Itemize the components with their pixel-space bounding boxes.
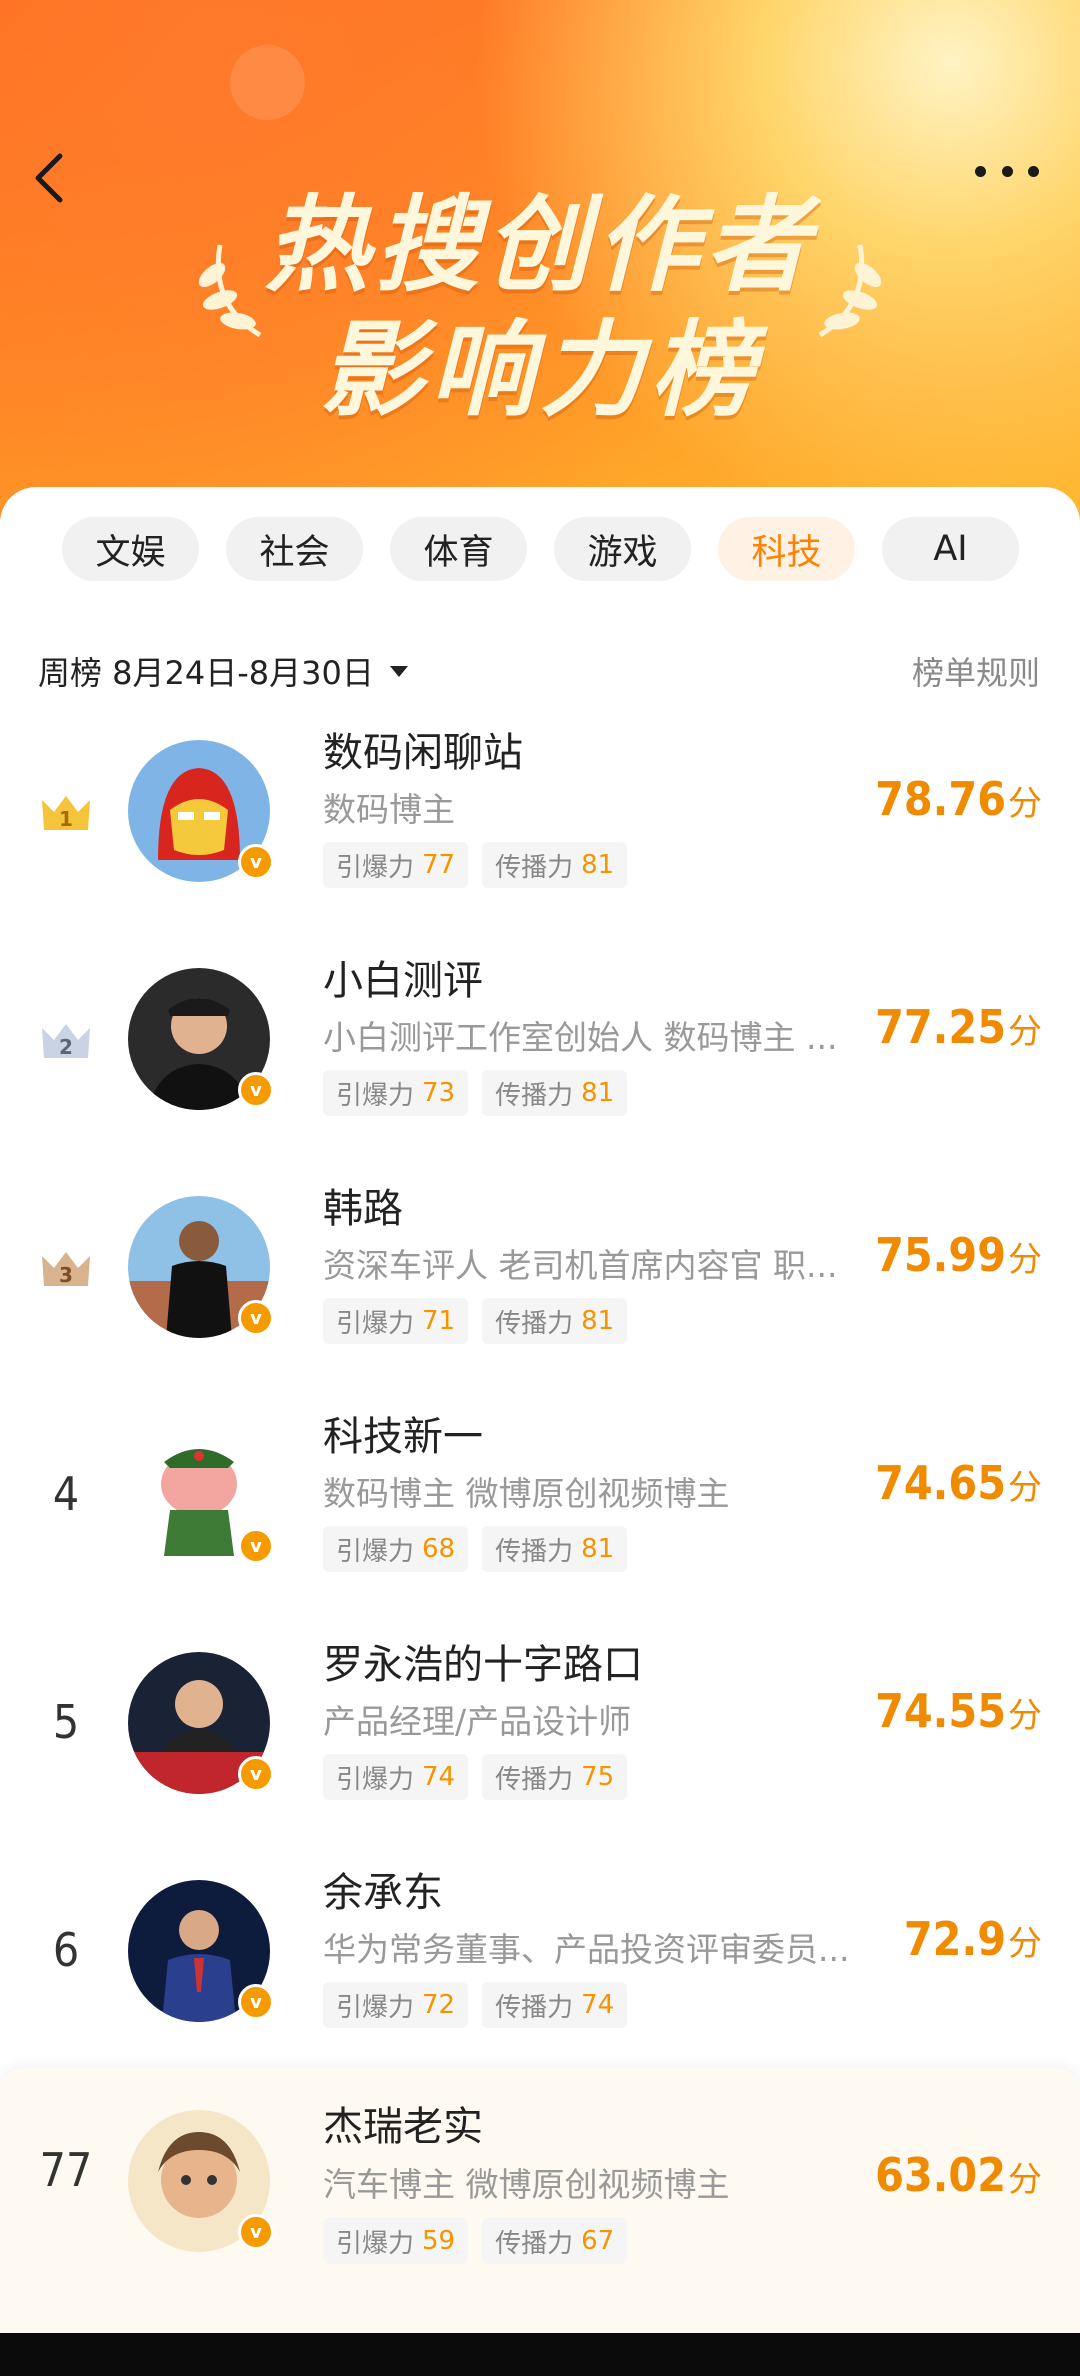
rank-number: 5 xyxy=(52,1695,80,1749)
creator-desc: 产品经理/产品设计师 xyxy=(323,1702,632,1741)
my-rank-row[interactable]: 77 v 杰瑞老实 汽车博主 微博原创视频博主 引爆力 59 传播力 67 63.0… xyxy=(0,2068,1080,2338)
metric-chips: 引爆力 77 传播力 81 xyxy=(323,842,628,888)
rank-number: 4 xyxy=(52,1467,80,1521)
ranking-row[interactable]: 5 v 罗永浩的十字路口 产品经理/产品设计师 引爆力 74 传播力 75 74.5… xyxy=(0,1622,1080,1850)
rank-number: 3 xyxy=(59,1263,73,1287)
metric-chips: 引爆力 72 传播力 74 xyxy=(323,1982,628,2028)
score: 74.65分 xyxy=(875,1456,1042,1510)
verified-badge-icon: v xyxy=(238,1072,274,1108)
score: 75.99分 xyxy=(875,1228,1042,1282)
tab-entertainment[interactable]: 文娱 xyxy=(62,517,199,581)
spread-chip: 传播力 81 xyxy=(482,1526,628,1572)
creator-name: 余承东 xyxy=(323,1870,443,1916)
decorative-bubble xyxy=(230,45,305,120)
spread-chip: 传播力 67 xyxy=(482,2218,628,2264)
period-label: 周榜 8月24日-8月30日 xyxy=(38,654,374,692)
period-selector[interactable]: 周榜 8月24日-8月30日 xyxy=(38,648,408,694)
header-banner: 热搜创作者 影响力榜 xyxy=(0,0,1080,520)
ranking-row[interactable]: 3 v 韩路 资深车评人 老司机首席内容官 职... 引爆力 71 传播力 81 7… xyxy=(0,1166,1080,1394)
creator-name: 杰瑞老实 xyxy=(323,2104,483,2150)
metric-chips: 引爆力 73 传播力 81 xyxy=(323,1070,628,1116)
creator-name: 数码闲聊站 xyxy=(323,730,523,776)
spread-chip: 传播力 74 xyxy=(482,1982,628,2028)
creator-desc: 小白测评工作室创始人 数码博主 ... xyxy=(323,1018,838,1057)
burst-chip: 引爆力 73 xyxy=(323,1070,469,1116)
spread-chip: 传播力 81 xyxy=(482,1070,628,1116)
creator-desc: 数码博主 微博原创视频博主 xyxy=(323,1474,730,1513)
verified-badge-icon: v xyxy=(238,1528,274,1564)
creator-desc: 资深车评人 老司机首席内容官 职... xyxy=(323,1246,838,1285)
creator-desc: 数码博主 xyxy=(323,790,455,829)
crown-silver-icon: 2 xyxy=(42,1024,90,1059)
rank-number: 77 xyxy=(39,2143,93,2197)
score: 74.55分 xyxy=(875,1684,1042,1738)
tab-ai[interactable]: AI xyxy=(882,517,1019,581)
verified-badge-icon: v xyxy=(238,1984,274,2020)
caret-down-icon xyxy=(389,665,408,677)
verified-badge-icon: v xyxy=(238,1300,274,1336)
score: 63.02分 xyxy=(875,2148,1042,2202)
rank-number: 2 xyxy=(59,1035,73,1059)
spread-chip: 传播力 81 xyxy=(482,842,628,888)
spread-chip: 传播力 81 xyxy=(482,1298,628,1344)
ranking-row[interactable]: 1 v 数码闲聊站 数码博主 引爆力 77 传播力 81 78.76分 xyxy=(0,710,1080,938)
creator-name: 罗永浩的十字路口 xyxy=(323,1642,643,1688)
metric-chips: 引爆力 71 传播力 81 xyxy=(323,1298,628,1344)
tab-tech[interactable]: 科技 xyxy=(718,517,855,581)
ranking-row[interactable]: 4 v 科技新一 数码博主 微博原创视频博主 引爆力 68 传播力 81 74.65… xyxy=(0,1394,1080,1622)
rank-number: 1 xyxy=(59,807,73,831)
verified-badge-icon: v xyxy=(238,1756,274,1792)
crown-bronze-icon: 3 xyxy=(42,1252,90,1287)
creator-name: 小白测评 xyxy=(323,958,483,1004)
creator-name: 韩路 xyxy=(323,1186,403,1232)
metric-chips: 引爆力 74 传播力 75 xyxy=(323,1754,628,1800)
burst-chip: 引爆力 74 xyxy=(323,1754,469,1800)
metric-chips: 引爆力 68 传播力 81 xyxy=(323,1526,628,1572)
burst-chip: 引爆力 68 xyxy=(323,1526,469,1572)
burst-chip: 引爆力 72 xyxy=(323,1982,469,2028)
burst-chip: 引爆力 77 xyxy=(323,842,469,888)
tab-games[interactable]: 游戏 xyxy=(554,517,691,581)
ranking-row[interactable]: 6 v 余承东 华为常务董事、产品投资评审委员... 引爆力 72 传播力 74 7… xyxy=(0,1850,1080,2078)
tab-sports[interactable]: 体育 xyxy=(390,517,527,581)
crown-gold-icon: 1 xyxy=(42,796,90,831)
ranking-row[interactable]: 2 v 小白测评 小白测评工作室创始人 数码博主 ... 引爆力 73 传播力 81… xyxy=(0,938,1080,1166)
metric-chips: 引爆力 59 传播力 67 xyxy=(323,2218,628,2264)
system-nav-bar xyxy=(0,2333,1080,2376)
creator-desc: 华为常务董事、产品投资评审委员... xyxy=(323,1930,850,1969)
page-title-line2: 影响力榜 xyxy=(319,309,760,431)
score: 77.25分 xyxy=(875,1000,1042,1054)
rank-number: 6 xyxy=(52,1923,80,1977)
burst-chip: 引爆力 59 xyxy=(323,2218,469,2264)
category-tabs: 文娱 社会 体育 游戏 科技 AI xyxy=(62,517,1019,581)
verified-badge-icon: v xyxy=(238,844,274,880)
rules-link[interactable]: 榜单规则 xyxy=(912,648,1040,694)
spread-chip: 传播力 75 xyxy=(482,1754,628,1800)
creator-name: 科技新一 xyxy=(323,1414,483,1460)
verified-badge-icon: v xyxy=(238,2214,274,2250)
score: 78.76分 xyxy=(875,772,1042,826)
tab-society[interactable]: 社会 xyxy=(226,517,363,581)
creator-desc: 汽车博主 微博原创视频博主 xyxy=(323,2165,730,2204)
burst-chip: 引爆力 71 xyxy=(323,1298,469,1344)
score: 72.9分 xyxy=(903,1912,1042,1966)
